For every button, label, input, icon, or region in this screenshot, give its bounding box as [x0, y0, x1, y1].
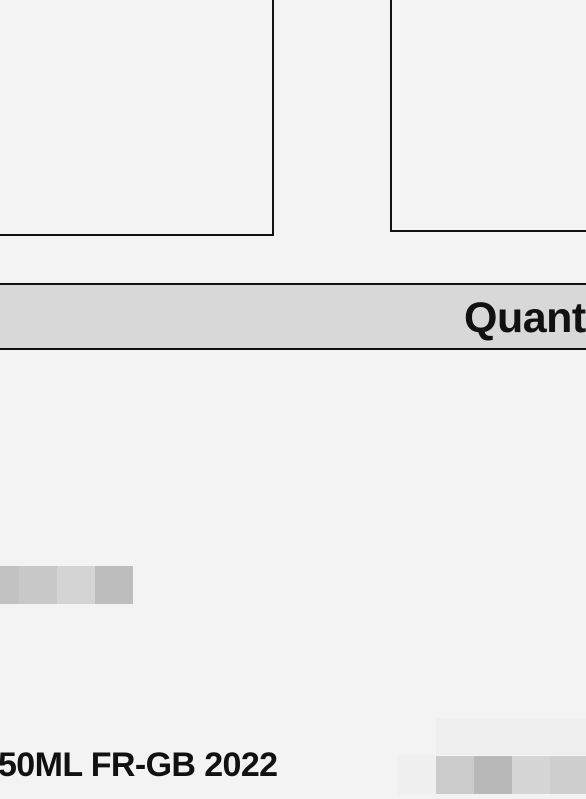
- redacted-block: [436, 756, 586, 794]
- redacted-pixel: [19, 566, 57, 604]
- item-description: 50ML FR-GB 2022: [0, 746, 278, 784]
- redacted-block-shadow: [398, 755, 436, 795]
- redacted-block: [0, 566, 133, 604]
- redacted-pixel: [512, 756, 550, 794]
- redacted-pixel: [474, 756, 512, 794]
- quantity-column-header: Quant: [464, 294, 586, 342]
- left-frame: [0, 0, 274, 236]
- redacted-pixel: [0, 566, 19, 604]
- redacted-block-shadow: [436, 718, 586, 755]
- redacted-pixel: [57, 566, 95, 604]
- redacted-pixel: [95, 566, 133, 604]
- redacted-pixel: [550, 756, 586, 794]
- right-frame: [390, 0, 586, 232]
- redacted-pixel: [436, 756, 474, 794]
